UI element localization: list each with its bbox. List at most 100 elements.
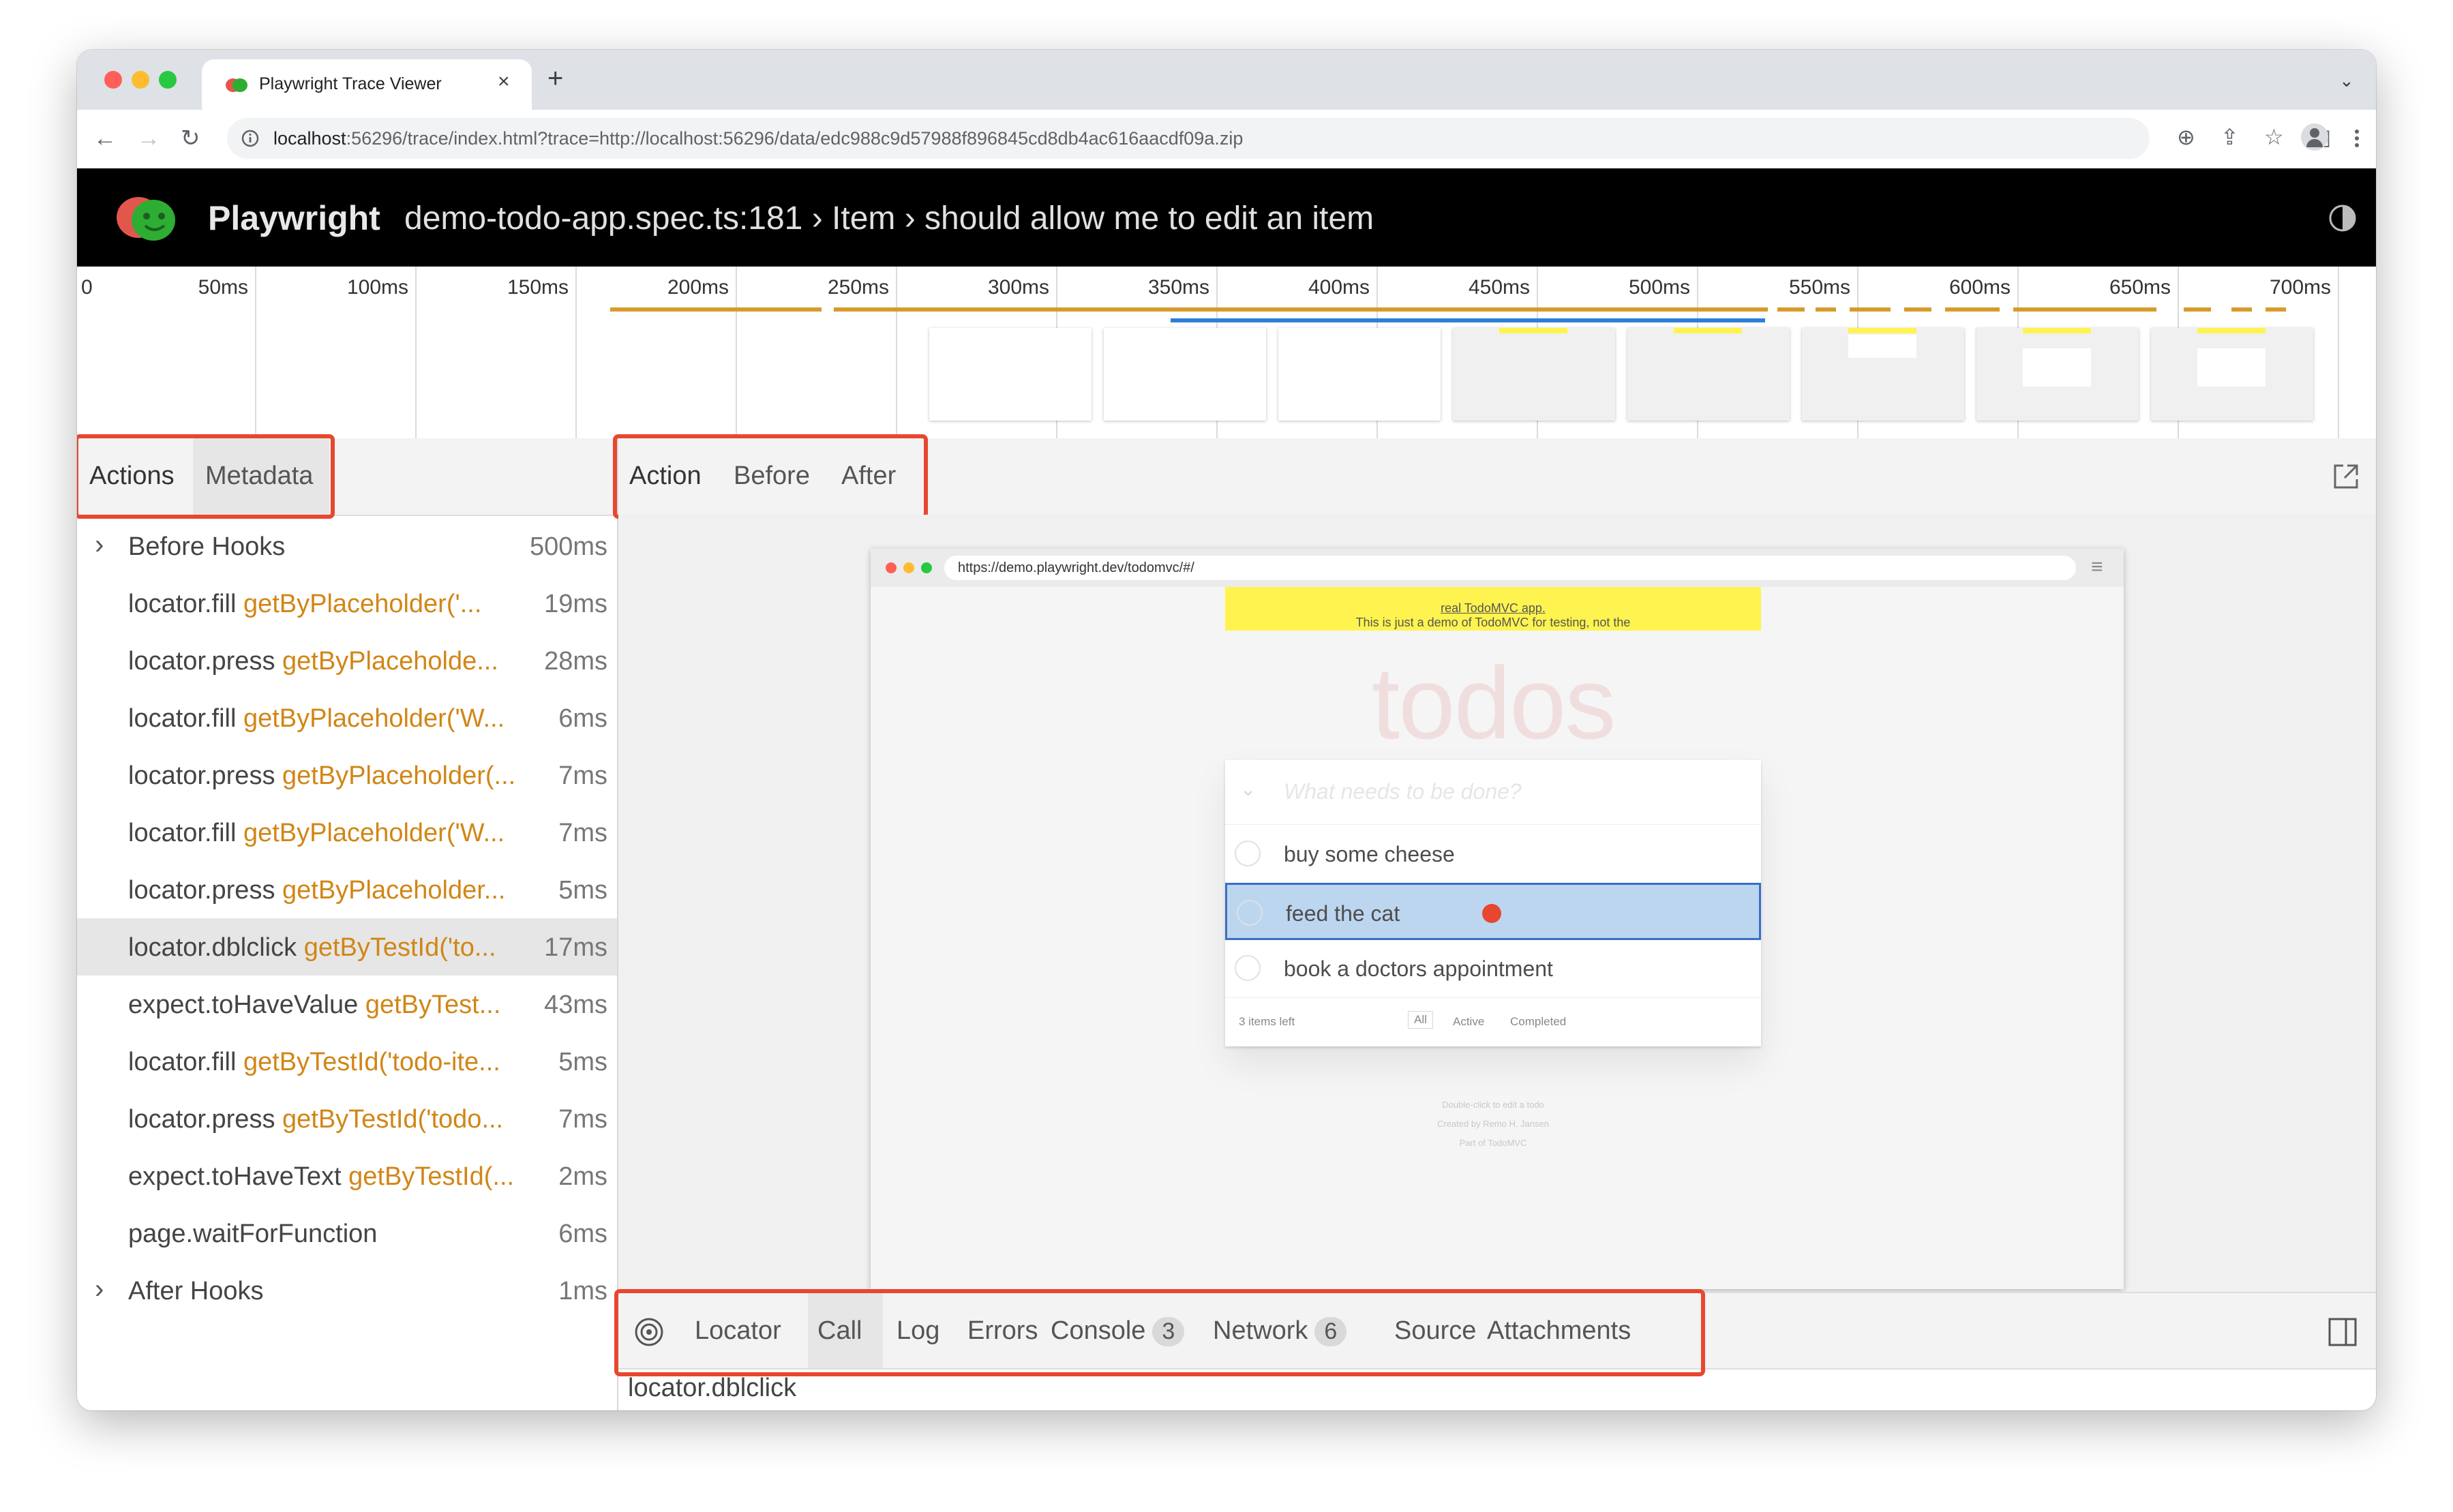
info-edit-hint: Double-click to edit a todo: [1442, 1100, 1544, 1110]
timeline-tick-label: 200ms: [667, 276, 729, 299]
info-created-by: Created by Remo H. Jansen: [1436, 1119, 1550, 1129]
banner-link: real TodoMVC app.: [1441, 601, 1546, 615]
filter-completed: Completed: [1510, 1015, 1567, 1028]
action-item[interactable]: locator.fill getByPlaceholder('... 19ms: [77, 575, 617, 632]
snapshot-dot-green: [921, 562, 932, 573]
back-arrow-icon[interactable]: ←: [93, 125, 117, 152]
timeline-bar: [1777, 307, 1805, 312]
toggle-all-chevron-icon: ⌄: [1240, 778, 1256, 800]
timeline-thumbnail[interactable]: [1802, 328, 1964, 421]
toggle-layout-icon[interactable]: [2327, 1316, 2358, 1348]
timeline-thumbnail[interactable]: [929, 328, 1092, 421]
action-item[interactable]: locator.fill getByPlaceholder('W... 7ms: [77, 804, 617, 861]
timeline-bar: [610, 307, 822, 312]
more-menu-icon[interactable]: [2353, 125, 2361, 152]
info-part-of: Part of TodoMVC: [1459, 1138, 1527, 1148]
timeline-tick-label: 400ms: [1308, 276, 1370, 299]
action-duration: 7ms: [558, 1105, 607, 1134]
action-item[interactable]: locator.fill getByPlaceholder('W... 6ms: [77, 689, 617, 746]
action-item[interactable]: locator.press getByPlaceholder... 5ms: [77, 861, 617, 918]
action-item[interactable]: locator.press getByPlaceholde... 28ms: [77, 632, 617, 689]
url-text: localhost:56296/trace/index.html?trace=h…: [273, 128, 1243, 149]
action-method: After Hooks: [128, 1277, 264, 1305]
highlight-box: [613, 434, 928, 519]
timeline[interactable]: 0 50ms 100ms 150ms 200ms 250ms 300ms 350ms 400ms…: [77, 267, 2376, 440]
filter-active: Active: [1453, 1015, 1485, 1028]
browser-tab[interactable]: Playwright Trace Viewer ×: [202, 59, 532, 110]
playwright-header: Playwright demo-todo-app.spec.ts:181 › I…: [77, 168, 2376, 267]
timeline-thumbnail[interactable]: [1104, 328, 1266, 421]
call-detail: locator.dblclick: [628, 1374, 797, 1402]
action-item[interactable]: locator.press getByTestId('todo... 7ms: [77, 1090, 617, 1147]
share-icon[interactable]: ⇪: [2221, 123, 2239, 151]
timeline-tick-label: 700ms: [2269, 276, 2331, 299]
action-method: locator.press: [128, 876, 275, 905]
action-method: page.waitForFunction: [128, 1220, 378, 1248]
todo-checkbox-icon: [1235, 955, 1261, 981]
trace-title: demo-todo-app.spec.ts:181 › Item › shoul…: [404, 200, 1374, 237]
expand-chevron-icon[interactable]: ›: [95, 530, 104, 560]
action-selector: getByTestId('to...: [303, 933, 496, 962]
theme-toggle-icon[interactable]: [2328, 204, 2357, 232]
todo-checkbox-icon: [1235, 841, 1261, 866]
action-item[interactable]: locator.press getByPlaceholder(... 7ms: [77, 746, 617, 804]
profile-avatar-icon[interactable]: [2301, 123, 2328, 151]
action-item[interactable]: expect.toHaveText getByTestId(... 2ms: [77, 1147, 617, 1205]
action-item[interactable]: › After Hooks 1ms: [77, 1262, 617, 1319]
brand-name: Playwright: [208, 199, 380, 237]
address-bar[interactable]: localhost:56296/trace/index.html?trace=h…: [227, 118, 2150, 159]
action-duration: 5ms: [558, 1048, 607, 1076]
action-method: locator.dblclick: [128, 933, 297, 962]
action-item[interactable]: › Before Hooks 500ms: [77, 517, 617, 575]
timeline-thumbnail[interactable]: [1453, 328, 1615, 421]
action-item[interactable]: page.waitForFunction 6ms: [77, 1205, 617, 1262]
todo-footer: 3 items left All Active Completed: [1225, 1000, 1761, 1045]
action-selector: getByTest...: [365, 991, 501, 1019]
playwright-favicon-icon: [226, 78, 247, 92]
action-title: locator.fill getByPlaceholder('W...: [128, 819, 505, 848]
open-external-icon[interactable]: [2331, 462, 2361, 492]
timeline-bar-selected: [1171, 318, 1765, 322]
noop: [2306, 123, 2307, 124]
timeline-bar: [2184, 307, 2211, 312]
timeline-thumbnail[interactable]: [1278, 328, 1441, 421]
tab-close-icon[interactable]: ×: [498, 70, 510, 93]
close-window-button[interactable]: [104, 71, 122, 89]
timeline-tick-label: 150ms: [507, 276, 569, 299]
timeline-thumbnail[interactable]: [1976, 328, 2139, 421]
action-method: locator.press: [128, 761, 275, 790]
timeline-bar: [1816, 307, 1836, 312]
tab-strip: Playwright Trace Viewer × + ⌄: [77, 50, 2376, 110]
action-duration: 7ms: [558, 819, 607, 847]
banner-text: This is just a demo of TodoMVC for testi…: [1355, 616, 1631, 629]
zoom-icon[interactable]: ⊕: [2177, 123, 2195, 151]
minimize-window-button[interactable]: [132, 71, 149, 89]
browser-window: Playwright Trace Viewer × + ⌄ ← → ↻ loca…: [77, 50, 2376, 1410]
action-item[interactable]: expect.toHaveValue getByTest... 43ms: [77, 976, 617, 1033]
todo-item: book a doctors appointment: [1225, 940, 1761, 998]
timeline-thumbnail[interactable]: [2151, 328, 2313, 421]
details-tab-bar: Locator Call Log Errors Console 3 Network 6 Sour…: [614, 1289, 2376, 1376]
snapshot-tab-bar: Action Before After: [613, 434, 2376, 519]
maximize-window-button[interactable]: [159, 71, 177, 89]
action-item[interactable]: locator.dblclick getByTestId('to... 17ms: [77, 918, 617, 976]
action-item[interactable]: locator.fill getByTestId('todo-ite... 5ms: [77, 1033, 617, 1090]
expand-chevron-icon[interactable]: ›: [95, 1274, 104, 1305]
new-tab-button[interactable]: +: [547, 65, 563, 92]
action-title: locator.press getByPlaceholder(...: [128, 761, 515, 791]
new-todo-placeholder: What needs to be done?: [1284, 779, 1522, 804]
tab-search-chevron-icon[interactable]: ⌄: [2339, 70, 2354, 91]
reload-icon[interactable]: ↻: [181, 125, 200, 152]
action-duration: 500ms: [529, 532, 607, 561]
url-path: :56296/trace/index.html?trace=http://loc…: [346, 128, 1244, 149]
todo-label: feed the cat: [1286, 901, 1400, 926]
action-duration: 6ms: [558, 704, 607, 733]
action-title: After Hooks: [128, 1277, 264, 1306]
timeline-bar: [1904, 307, 1931, 312]
snapshot-viewport: https://demo.playwright.dev/todomvc/#/ ≡…: [618, 515, 2376, 1292]
timeline-thumbnail[interactable]: [1627, 328, 1790, 421]
bookmark-star-icon[interactable]: ☆: [2264, 123, 2284, 151]
action-selector: getByTestId(...: [348, 1162, 515, 1191]
forward-arrow-icon[interactable]: →: [137, 125, 160, 152]
info-icon[interactable]: [241, 129, 260, 148]
